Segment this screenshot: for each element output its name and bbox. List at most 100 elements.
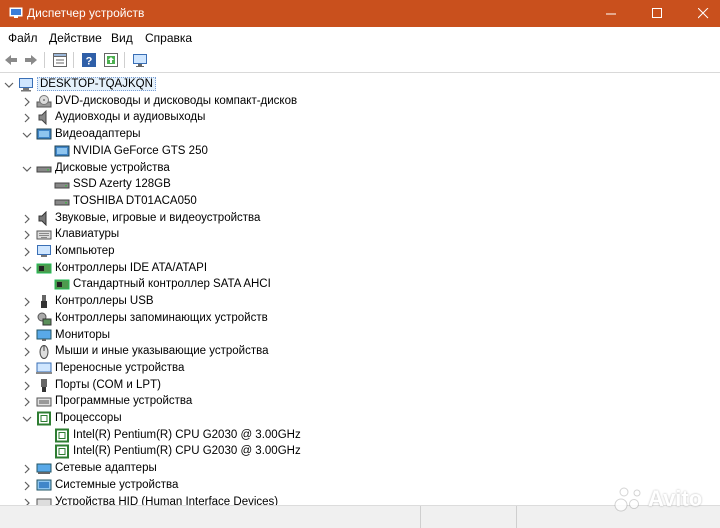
menu-file[interactable]: Файл [8,31,38,45]
avito-watermark-text: Avito [648,486,703,511]
update-icon [104,53,118,67]
tree-category-label: Мониторы [55,328,111,341]
chevron-right-icon[interactable] [22,229,32,240]
tree-device[interactable]: TOSHIBA DT01ACA050 [0,193,720,210]
chevron-right-icon[interactable] [22,213,32,224]
chevron-right-icon[interactable] [22,463,32,474]
tree-category-label: Аудиовходы и аудиовыходы [55,111,206,124]
network-adapter-icon [36,461,52,476]
chevron-right-icon[interactable] [22,296,32,307]
chevron-right-icon[interactable] [22,497,32,505]
maximize-button[interactable] [634,0,680,27]
software-device-icon [36,394,52,409]
tree-device[interactable]: Стандартный контроллер SATA AHCI [0,276,720,293]
tree-device[interactable]: NVIDIA GeForce GTS 250 [0,143,720,160]
tree-category[interactable]: Клавиатуры [0,226,720,243]
hid-icon [36,495,52,505]
tree-category[interactable]: Процессоры [0,410,720,427]
chevron-right-icon[interactable] [22,112,32,123]
update-driver-button[interactable] [102,51,120,69]
chevron-right-icon[interactable] [22,330,32,340]
menu-help[interactable]: Справка [145,31,192,45]
tree-category[interactable]: Компьютер [0,243,720,260]
tree-device[interactable]: Intel(R) Pentium(R) CPU G2030 @ 3.00GHz [0,427,720,444]
forward-arrow-icon [25,55,37,65]
tree-category-label: DVD-дисководы и дисководы компакт-дисков [55,94,298,107]
tree-category[interactable]: Видеоадаптеры [0,126,720,143]
chevron-down-icon[interactable] [22,263,32,273]
tree-category[interactable]: Звуковые, игровые и видеоустройства [0,210,720,227]
status-cell [0,506,421,528]
tree-category[interactable]: Аудиовходы и аудиовыходы [0,109,720,126]
help-button[interactable]: ? [80,51,98,69]
tree-device[interactable]: Intel(R) Pentium(R) CPU G2030 @ 3.00GHz [0,443,720,460]
help-icon: ? [82,53,96,68]
chevron-right-icon[interactable] [22,363,32,374]
tree-category-label: Контроллеры IDE ATA/ATAPI [55,261,208,274]
chevron-right-icon[interactable] [22,380,32,391]
port-icon [36,378,52,393]
chevron-right-icon[interactable] [22,396,32,407]
properties-button[interactable] [51,51,69,69]
forward-button[interactable] [22,51,40,69]
tree-category[interactable]: Мыши и иные указывающие устройства [0,343,720,360]
tree-category[interactable]: Дисковые устройства [0,160,720,177]
device-tree: DESKTOP-TQAJKQN DVD-дисководы и дисководы… [0,73,720,505]
tree-category-label: Системные устройства [55,478,179,491]
tree-root-label: DESKTOP-TQAJKQN [37,77,156,91]
tree-device[interactable]: SSD Azerty 128GB [0,176,720,193]
tree-category-label: Компьютер [55,245,115,257]
chevron-right-icon[interactable] [22,313,32,324]
tree-category-label: Мыши и иные указывающие устройства [55,345,269,358]
controller-child-icon [54,277,70,292]
status-cell [420,506,517,528]
tree-category-label: Звуковые, игровые и видеоустройства [55,211,261,224]
close-icon [697,8,708,19]
chevron-down-icon[interactable] [22,129,32,139]
chevron-down-icon[interactable] [4,79,14,89]
tree-category[interactable]: Порты (COM и LPT) [0,377,720,394]
tree-category[interactable]: Контроллеры USB [0,293,720,310]
disk-drive-icon [36,161,52,176]
tree-category[interactable]: Сетевые адаптеры [0,460,720,477]
tree-category[interactable]: Контроллеры IDE ATA/ATAPI [0,260,720,277]
tree-category[interactable]: Мониторы [0,327,720,344]
scan-hardware-button[interactable] [131,51,149,69]
tree-category[interactable]: Контроллеры запоминающих устройств [0,310,720,327]
tree-device-label: NVIDIA GeForce GTS 250 [73,144,208,157]
tree-category[interactable]: Переносные устройства [0,360,720,377]
toolbar: ? [0,48,720,73]
sound-icon [36,210,52,226]
avito-logo-icon [614,487,641,512]
minimize-button[interactable] [588,0,634,27]
back-button[interactable] [2,51,20,69]
chevron-right-icon[interactable] [22,96,32,107]
title-bar: Диспетчер устройств [0,0,720,27]
window-title: Диспетчер устройств [27,6,145,20]
tree-category-label: Дисковые устройства [55,161,170,174]
tree-root[interactable]: DESKTOP-TQAJKQN [0,76,720,93]
disk-child-icon [54,177,70,192]
chevron-right-icon[interactable] [22,480,32,491]
tree-device-label: SSD Azerty 128GB [73,178,171,191]
mouse-icon [36,344,52,360]
tree-category-label: Контроллеры USB [55,295,154,308]
tree-category[interactable]: DVD-дисководы и дисководы компакт-дисков [0,93,720,110]
chevron-down-icon[interactable] [22,163,32,173]
toolbar-separator [73,52,74,68]
chevron-right-icon[interactable] [22,346,32,357]
chevron-right-icon[interactable] [22,246,32,257]
tree-category[interactable]: Программные устройства [0,393,720,410]
menu-view[interactable]: Вид [111,31,133,45]
dvd-drive-icon [36,94,52,109]
tree-category-label: Программные устройства [55,395,193,408]
cpu-child-icon [54,444,70,459]
menu-action[interactable]: Действие [49,31,102,45]
storage-controller-icon [36,311,52,326]
chevron-down-icon[interactable] [22,413,32,423]
close-button[interactable] [680,0,720,27]
menu-bar: Файл Действие Вид Справка [0,27,720,48]
gpu-child-icon [54,144,70,159]
tree-device-label: Intel(R) Pentium(R) CPU G2030 @ 3.00GHz [73,445,301,458]
toolbar-separator [124,52,125,68]
